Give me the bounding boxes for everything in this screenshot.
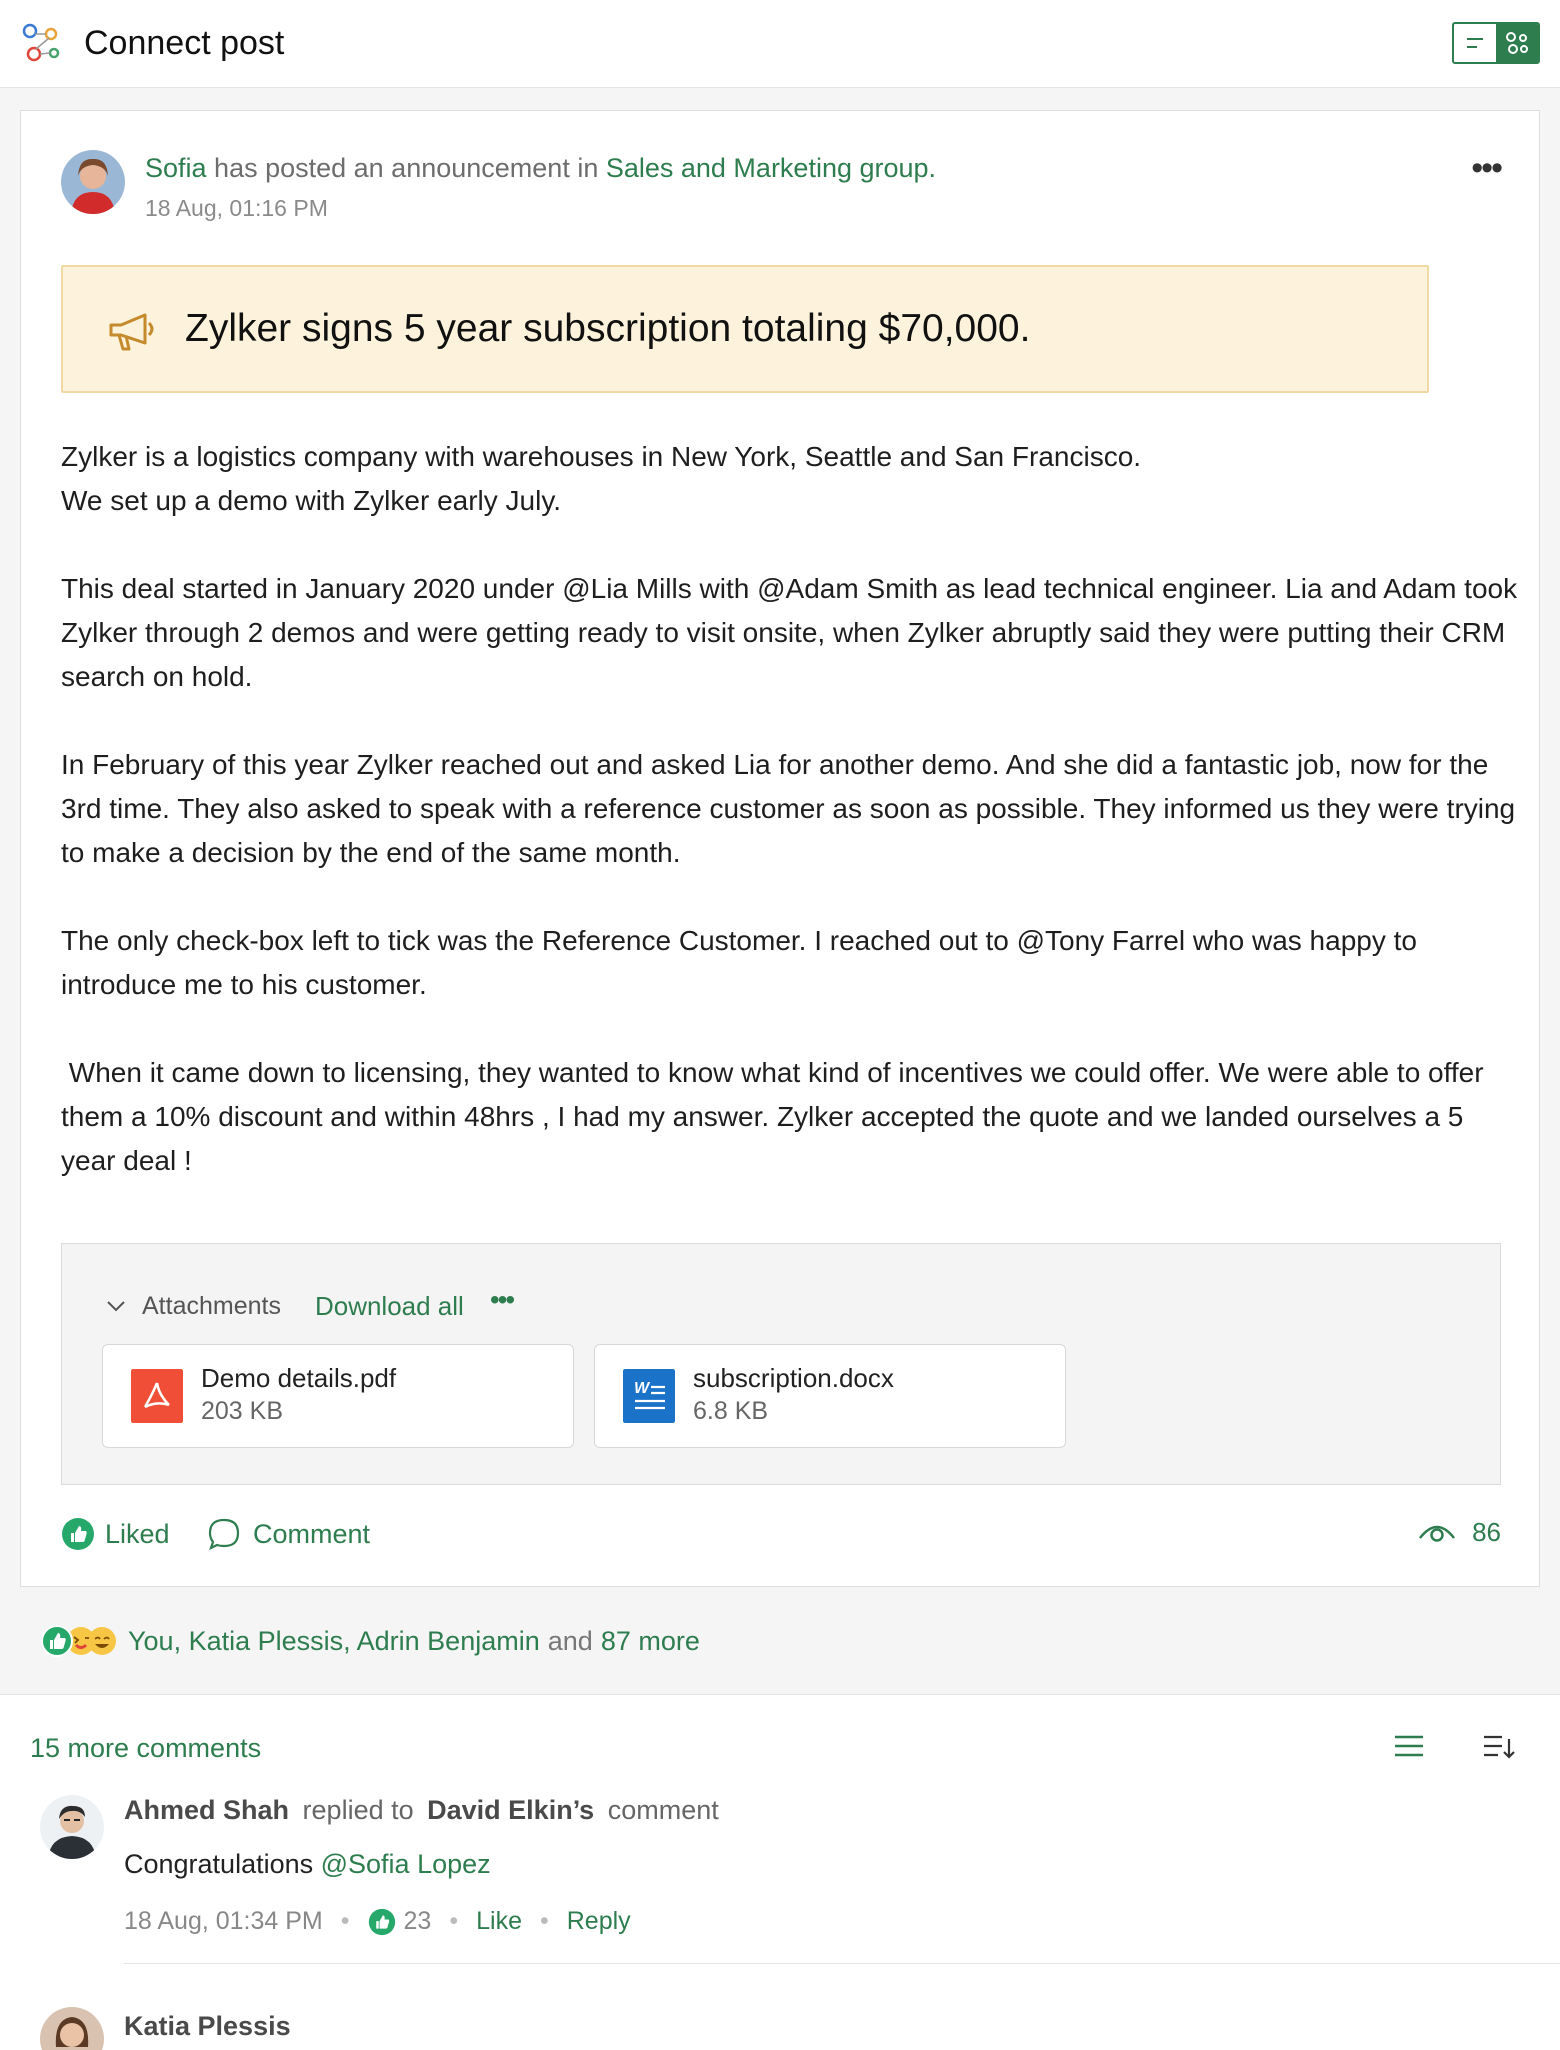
eye-icon <box>1419 1525 1456 1542</box>
post-header: Sofia has posted an announcement in Sale… <box>145 153 936 184</box>
post-paragraph: In February of this year Zylker reached … <box>61 749 1523 868</box>
comment-icon <box>208 1518 240 1551</box>
comment-target[interactable]: David Elkin’s <box>427 1795 594 1825</box>
post-timestamp: 18 Aug, 01:16 PM <box>145 195 328 221</box>
post-body: Zylker is a logistics company with wareh… <box>61 435 1521 1227</box>
post-paragraph: Zylker is a logistics company with wareh… <box>61 441 1142 516</box>
comment-header: Katia Plessis <box>124 2011 291 2042</box>
avatar-image <box>61 150 125 214</box>
more-comments-link[interactable]: 15 more comments <box>30 1733 261 1764</box>
download-all-button[interactable]: Download all <box>315 1291 464 1322</box>
attachments-panel: Attachments Download all ••• Demo detail… <box>61 1243 1501 1485</box>
thumbs-up-icon <box>368 1908 395 1935</box>
comment-text: Congratulations @Sofia Lopez <box>124 1849 491 1880</box>
pdf-file-icon <box>131 1369 183 1423</box>
like-button[interactable]: Like <box>476 1907 522 1936</box>
file-name: subscription.docx <box>693 1363 894 1393</box>
announcement-title: Zylker signs 5 year subscription totalin… <box>185 307 1031 350</box>
comment-meta: 18 Aug, 01:34 PM • 23 • Like • Reply <box>124 1907 631 1936</box>
comment-divider <box>124 1963 1560 1964</box>
post-paragraph: The only check-box left to tick was the … <box>61 925 1425 1000</box>
chevron-down-icon[interactable] <box>106 1299 126 1313</box>
avatar-image <box>40 2007 104 2050</box>
file-size: 6.8 KB <box>693 1397 769 1425</box>
author-avatar[interactable] <box>61 150 125 214</box>
reaction-and: and <box>547 1625 593 1656</box>
comment-button[interactable]: Comment <box>207 1517 370 1551</box>
list-view-icon <box>1467 38 1483 48</box>
attachments-more-button[interactable]: ••• <box>490 1284 515 1316</box>
separator-dot: • <box>340 1907 350 1935</box>
commenter-avatar[interactable] <box>40 1795 104 1859</box>
connect-logo-icon <box>22 23 60 62</box>
view-count-value: 86 <box>1472 1517 1501 1547</box>
reply-button[interactable]: Reply <box>567 1907 631 1936</box>
avatar-image <box>40 1795 104 1859</box>
attachment-file[interactable]: Demo details.pdf 203 KB <box>102 1344 574 1448</box>
post-card: Sofia has posted an announcement in Sale… <box>20 110 1540 1587</box>
post-paragraph: When it came down to licensing, they wan… <box>61 1057 1492 1176</box>
graph-view-button[interactable] <box>1496 24 1538 62</box>
word-file-icon: W <box>623 1369 675 1423</box>
comment-relation: replied to <box>302 1795 414 1825</box>
liked-label: Liked <box>105 1518 170 1549</box>
sort-icon[interactable] <box>1482 1729 1516 1763</box>
page-title: Connect post <box>84 24 285 62</box>
commenter-avatar[interactable] <box>40 2007 104 2050</box>
group-link[interactable]: Sales and Marketing group. <box>606 153 936 183</box>
comment-author[interactable]: Katia Plessis <box>124 2011 291 2041</box>
comment-message: Congratulations <box>124 1849 321 1879</box>
separator-dot: • <box>539 1907 549 1935</box>
list-view-button[interactable] <box>1454 24 1496 62</box>
post-paragraph: This deal started in January 2020 under … <box>61 573 1525 692</box>
comment-target-suffix: comment <box>607 1795 719 1825</box>
svg-text:W: W <box>634 1380 651 1397</box>
reaction-icons <box>41 1625 116 1657</box>
comment-like-count: 23 <box>403 1907 432 1935</box>
view-count: 86 <box>1418 1517 1501 1548</box>
comment-timestamp: 18 Aug, 01:34 PM <box>124 1907 323 1935</box>
comment-author[interactable]: Ahmed Shah <box>124 1795 289 1825</box>
attachments-header: Attachments Download all ••• <box>106 1284 515 1322</box>
list-options-icon[interactable] <box>1392 1729 1426 1763</box>
author-name[interactable]: Sofia <box>145 153 207 183</box>
comment-mention[interactable]: @Sofia Lopez <box>321 1849 491 1879</box>
announcement-banner: Zylker signs 5 year subscription totalin… <box>61 265 1429 393</box>
megaphone-icon <box>109 313 154 351</box>
attachment-file[interactable]: W subscription.docx 6.8 KB <box>594 1344 1066 1448</box>
file-name: Demo details.pdf <box>201 1363 397 1393</box>
comment-header: Ahmed Shah replied to David Elkin’s comm… <box>124 1795 719 1826</box>
post-action-bar: Liked Comment 86 <box>61 1511 1501 1561</box>
comment-label: Comment <box>253 1518 371 1549</box>
separator-dot: • <box>449 1907 459 1935</box>
view-switch[interactable] <box>1452 22 1540 64</box>
file-size: 203 KB <box>201 1397 284 1425</box>
post-more-button[interactable]: ••• <box>1471 149 1503 188</box>
reaction-names[interactable]: You, Katia Plessis, Adrin Benjamin <box>128 1626 540 1657</box>
network-view-icon <box>1506 32 1528 54</box>
attachments-label[interactable]: Attachments <box>142 1292 281 1321</box>
comments-section: 15 more comments Ahmed Shah replied to D… <box>0 1694 1560 2050</box>
liked-button[interactable]: Liked <box>61 1517 170 1551</box>
post-action-text: has posted an announcement in <box>206 153 606 183</box>
top-bar: Connect post <box>0 0 1560 88</box>
reaction-more-link[interactable]: 87 more <box>601 1626 700 1657</box>
reactions-summary[interactable]: You, Katia Plessis, Adrin Benjamin and 8… <box>40 1624 700 1658</box>
thumbs-up-icon <box>62 1518 94 1550</box>
